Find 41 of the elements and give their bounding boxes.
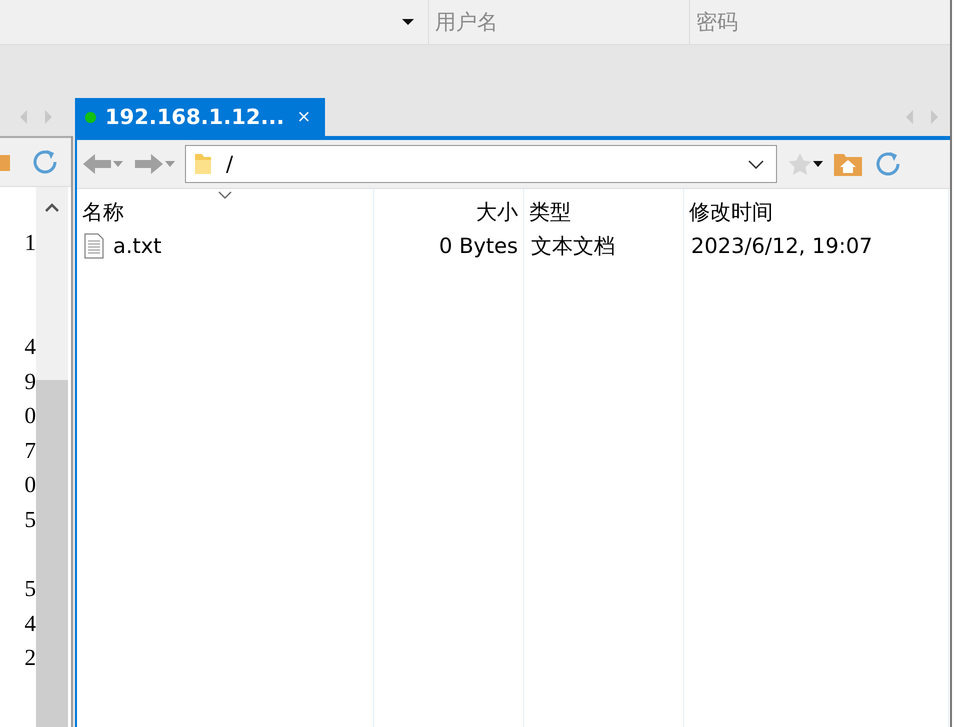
file-size: 0 Bytes (439, 234, 518, 258)
list-value: 0 (24, 403, 36, 430)
list-value: 2 (24, 645, 36, 672)
home-folder-icon[interactable] (833, 151, 863, 177)
dropdown-caret-icon[interactable] (813, 161, 823, 167)
star-icon[interactable] (787, 152, 813, 176)
column-header[interactable]: 名称 (77, 189, 374, 229)
scroll-right-icon[interactable] (44, 109, 54, 125)
column-header[interactable]: 大小 (374, 189, 524, 229)
connection-tab[interactable]: 192.168.1.12... × (75, 98, 325, 136)
scrollbar[interactable] (36, 187, 68, 727)
column-header[interactable]: 修改时间 (684, 189, 949, 229)
list-value: 0 (24, 472, 36, 498)
forward-arrow-icon[interactable] (133, 152, 165, 176)
text-file-icon (84, 233, 104, 259)
scroll-right-icon[interactable] (930, 109, 940, 125)
list-value: 9 (24, 368, 36, 395)
file-modified: 2023/6/12, 19:07 (691, 234, 873, 258)
tab-close-button[interactable]: × (292, 107, 315, 127)
list-value: 1 (24, 230, 36, 256)
scroll-left-icon[interactable] (904, 109, 914, 125)
file-type: 文本文档 (531, 233, 615, 260)
scroll-left-icon[interactable] (18, 109, 28, 125)
path-text: / (226, 152, 234, 176)
dropdown-chevron-icon[interactable] (748, 160, 764, 168)
username-field[interactable]: 用户名 (428, 0, 689, 45)
path-combobox[interactable]: / (185, 145, 777, 183)
list-value: 5 (24, 507, 36, 534)
file-name[interactable]: a.txt (113, 234, 162, 258)
list-value: 4 (24, 334, 36, 360)
sort-indicator-icon (218, 191, 232, 199)
list-value: 5 (24, 576, 36, 602)
list-value: 7 (24, 438, 36, 464)
list-value: 4 (24, 610, 36, 637)
password-field[interactable]: 密码 (689, 0, 950, 45)
scroll-up-icon[interactable] (45, 203, 59, 212)
tab-label: 192.168.1.12... (105, 105, 284, 129)
back-arrow-icon[interactable] (81, 152, 113, 176)
dropdown-caret-icon[interactable] (402, 18, 414, 26)
column-header[interactable]: 类型 (524, 189, 684, 229)
scrollbar-thumb[interactable] (36, 380, 68, 727)
